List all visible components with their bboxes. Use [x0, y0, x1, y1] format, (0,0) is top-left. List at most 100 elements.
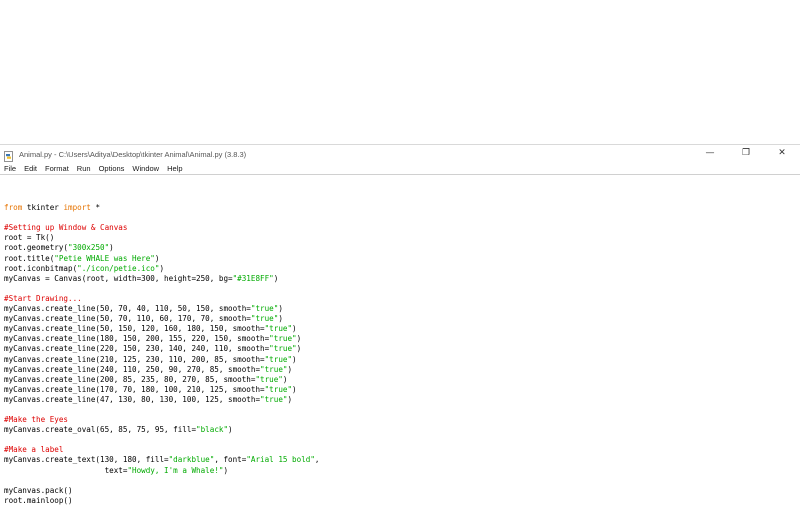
code-token: , — [314, 455, 320, 465]
code-token: ) — [278, 314, 283, 324]
menu-edit[interactable]: Edit — [24, 164, 37, 173]
code-token: "true" — [250, 304, 279, 314]
code-token: "true" — [260, 364, 288, 374]
code-token: ) — [296, 344, 302, 354]
code-line: myCanvas.create_line(50, 70, 110, 60, 17… — [4, 314, 319, 324]
title-bar[interactable]: Animal.py - C:\Users\Aditya\Desktop\tkin… — [0, 145, 800, 162]
menu-run[interactable]: Run — [77, 164, 91, 173]
code-token: ) — [292, 384, 297, 394]
code-token: #Start Drawing... — [4, 293, 82, 303]
idle-editor-window: Animal.py - C:\Users\Aditya\Desktop\tkin… — [0, 144, 800, 505]
python-file-icon — [3, 149, 14, 162]
code-token: #Make the Eyes — [4, 415, 69, 425]
code-line: #Make a label — [4, 445, 319, 455]
code-token: ) — [287, 394, 293, 404]
code-token: myCanvas.create_line(47, 130, 80, 130, 1… — [4, 394, 261, 404]
code-line: root.mainloop() — [4, 496, 319, 506]
code-token: from — [4, 203, 23, 213]
menu-file[interactable]: File — [4, 164, 16, 173]
code-line: from tkinter import * — [4, 203, 319, 213]
code-token: "true" — [260, 394, 288, 404]
code-token: myCanvas.create_line(210, 125, 230, 110,… — [4, 354, 265, 364]
code-token: ) — [287, 364, 293, 374]
code-token: ) — [154, 253, 160, 263]
code-token: myCanvas.create_line(50, 70, 110, 60, 17… — [4, 314, 251, 324]
code-token: "black" — [196, 425, 229, 435]
code-token: root.title( — [4, 253, 55, 263]
code-token: ) — [223, 465, 229, 475]
code-line: root = Tk() — [4, 233, 319, 243]
code-token: myCanvas.create_line(240, 110, 250, 90, … — [4, 364, 261, 374]
code-token: root = Tk() — [4, 233, 55, 243]
code-editor[interactable]: from tkinter import * #Setting up Window… — [0, 174, 800, 505]
code-line: myCanvas.create_line(200, 85, 235, 80, 2… — [4, 375, 319, 385]
code-token: "./icon/petie.ico" — [77, 263, 160, 273]
code-token: "Howdy, I'm a Whale!" — [127, 465, 224, 475]
minimize-button[interactable]: — — [692, 145, 728, 161]
code-line: myCanvas.create_oval(65, 85, 75, 95, fil… — [4, 425, 319, 435]
close-button[interactable]: ✕ — [764, 145, 800, 161]
code-line: myCanvas.create_line(50, 70, 40, 110, 50… — [4, 304, 319, 314]
code-token: myCanvas.create_line(50, 150, 120, 160, … — [4, 324, 265, 334]
code-line: #Make the Eyes — [4, 415, 319, 425]
code-token: myCanvas.create_line(220, 150, 230, 140,… — [4, 344, 270, 354]
code-token: myCanvas.create_line(200, 85, 235, 80, 2… — [4, 374, 256, 384]
code-token: "true" — [250, 314, 279, 324]
code-line: myCanvas.create_line(220, 150, 230, 140,… — [4, 344, 319, 354]
code-token: #Make a label — [4, 445, 64, 455]
window-controls: — ❐ ✕ — [692, 145, 800, 161]
code-line: #Setting up Window & Canvas — [4, 223, 319, 233]
code-line: myCanvas.pack() — [4, 486, 319, 496]
code-token: ) — [273, 273, 279, 283]
code-token: "300x250" — [68, 243, 110, 253]
code-token: "true" — [264, 354, 293, 364]
code-line: #Start Drawing... — [4, 294, 319, 304]
code-line: myCanvas.create_line(240, 110, 250, 90, … — [4, 365, 319, 375]
code-token: tkinter — [22, 203, 64, 213]
code-line: root.title("Petie WHALE was Here") — [4, 254, 319, 264]
code-token: "true" — [264, 384, 293, 394]
code-token: , font= — [214, 455, 247, 465]
code-text-area[interactable]: from tkinter import * #Setting up Window… — [4, 193, 319, 506]
menu-window[interactable]: Window — [132, 164, 159, 173]
code-token: "true" — [269, 334, 297, 344]
code-line: myCanvas.create_text(130, 180, fill="dar… — [4, 455, 319, 465]
window-title: Animal.py - C:\Users\Aditya\Desktop\tkin… — [19, 149, 247, 159]
code-token: "true" — [269, 344, 297, 354]
menu-help[interactable]: Help — [167, 164, 182, 173]
code-token: "#31E8FF" — [232, 273, 274, 283]
code-token: myCanvas = Canvas(root, width=300, heigh… — [4, 273, 233, 283]
menu-bar: File Edit Format Run Options Window Help — [0, 162, 800, 174]
code-token: #Setting up Window & Canvas — [4, 223, 128, 233]
code-token: "darkblue" — [168, 455, 215, 465]
code-token: * — [90, 203, 101, 213]
code-token: "Petie WHALE was Here" — [54, 253, 155, 263]
code-token: import — [63, 203, 91, 213]
code-token: ) — [109, 243, 114, 253]
code-line: root.geometry("300x250") — [4, 243, 319, 253]
code-line: myCanvas = Canvas(root, width=300, heigh… — [4, 274, 319, 284]
code-token: ) — [292, 324, 297, 334]
code-token: ) — [282, 374, 288, 384]
code-token: ) — [296, 334, 302, 344]
code-line: myCanvas.create_line(210, 125, 230, 110,… — [4, 355, 319, 365]
menu-options[interactable]: Options — [99, 164, 125, 173]
code-token: ) — [292, 354, 297, 364]
code-line: myCanvas.create_line(47, 130, 80, 130, 1… — [4, 395, 319, 405]
code-token: root.geometry( — [4, 243, 69, 253]
restore-icon: ❐ — [741, 148, 751, 158]
code-token: myCanvas.pack() — [4, 485, 73, 495]
code-token: "Arial 15 bold" — [246, 455, 315, 465]
close-icon: ✕ — [778, 148, 786, 158]
code-token: "true" — [255, 374, 283, 384]
restore-button[interactable]: ❐ — [728, 145, 764, 161]
code-token: myCanvas.create_line(180, 150, 200, 155,… — [4, 334, 270, 344]
menu-format[interactable]: Format — [45, 164, 69, 173]
code-line: myCanvas.create_line(180, 150, 200, 155,… — [4, 334, 319, 344]
code-token: text= — [4, 465, 128, 475]
